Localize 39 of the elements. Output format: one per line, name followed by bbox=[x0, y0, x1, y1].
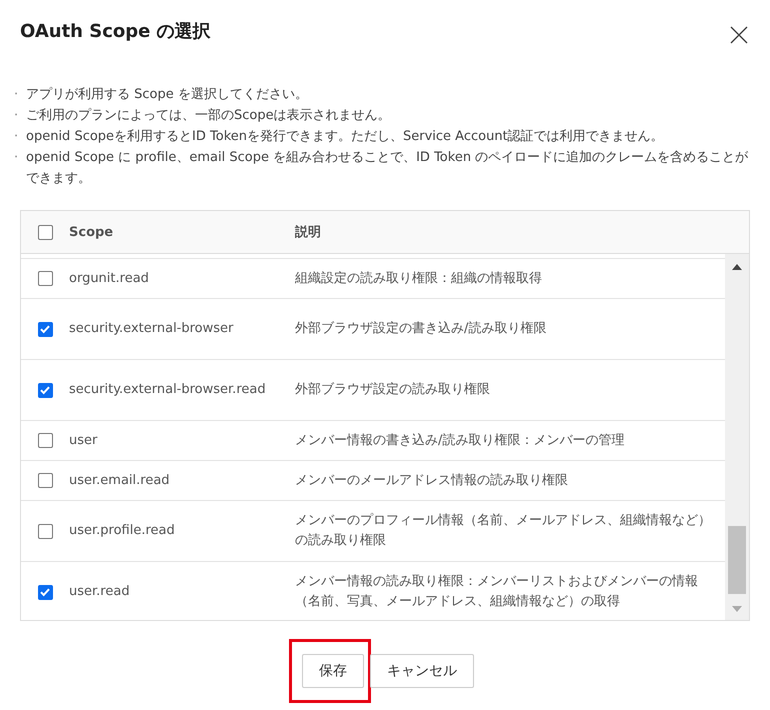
note-text: アプリが利用する Scope を選択してください。 bbox=[26, 86, 309, 104]
row-checkbox[interactable] bbox=[38, 382, 52, 398]
scope-description: 組織設定の読み取り権限：組織の情報取得 bbox=[295, 270, 542, 286]
scope-name: user.profile.read bbox=[69, 523, 175, 538]
scope-name: user.email.read bbox=[69, 472, 170, 488]
select-all-checkbox[interactable] bbox=[38, 224, 52, 240]
bullet: · bbox=[14, 107, 20, 125]
column-header: Scope bbox=[69, 224, 114, 240]
column-header: 説明 bbox=[295, 225, 321, 240]
scope-name: security.external-browser bbox=[69, 321, 234, 336]
close-icon[interactable] bbox=[730, 26, 748, 44]
note-text: ご利用のプランによっては、一部のScopeは表示されません。 bbox=[26, 107, 392, 125]
row-checkbox[interactable] bbox=[38, 473, 52, 488]
dialog-button[interactable]: 保存 bbox=[302, 654, 364, 688]
scope-name: user bbox=[69, 432, 98, 448]
row-checkbox[interactable] bbox=[38, 584, 52, 600]
scope-description: メンバー情報の書き込み/読み取り権限：メンバーの管理 bbox=[295, 432, 624, 448]
bullet: · bbox=[14, 128, 20, 146]
dialog-button[interactable]: キャンセル bbox=[370, 654, 474, 688]
scope-name: user.read bbox=[69, 584, 130, 599]
scope-description: メンバーのメールアドレス情報の読み取り権限 bbox=[295, 472, 568, 488]
scope-name: orgunit.read bbox=[69, 270, 149, 286]
scrollbar[interactable] bbox=[725, 254, 749, 620]
scope-name: security.external-browser.read bbox=[69, 382, 266, 397]
scope-description: メンバーのプロフィール情報（名前、メールアドレス、組織情報など）の読み取り権限 bbox=[295, 513, 711, 548]
note-text: openid Scopeを利用するとID Tokenを発行できます。ただし、Service Account認証では利用できません。 bbox=[26, 128, 665, 146]
scroll-up-icon[interactable] bbox=[732, 264, 742, 270]
scope-description: 外部ブラウザ設定の読み取り権限 bbox=[295, 382, 490, 397]
scrollbar-thumb[interactable] bbox=[728, 526, 746, 594]
row-checkbox[interactable] bbox=[38, 322, 52, 336]
bullet: · bbox=[14, 149, 20, 167]
row-checkbox[interactable] bbox=[38, 433, 52, 448]
dialog-title: OAuth Scope の選択 bbox=[20, 20, 211, 43]
row-checkbox[interactable] bbox=[38, 524, 52, 538]
bullet: · bbox=[14, 86, 20, 104]
scope-description: メンバー情報の読み取り権限：メンバーリストおよびメンバーの情報（名前、写真、メールアドレス、組織情報など）の取得 bbox=[295, 574, 698, 609]
scope-description: 外部ブラウザ設定の書き込み/読み取り権限 bbox=[295, 321, 546, 336]
row-checkbox[interactable] bbox=[38, 271, 52, 286]
note-text: openid Scope に profile、email Scope を組み合わせることで、ID Token のペイロードに追加のクレームを含めることができます。 bbox=[26, 149, 750, 188]
